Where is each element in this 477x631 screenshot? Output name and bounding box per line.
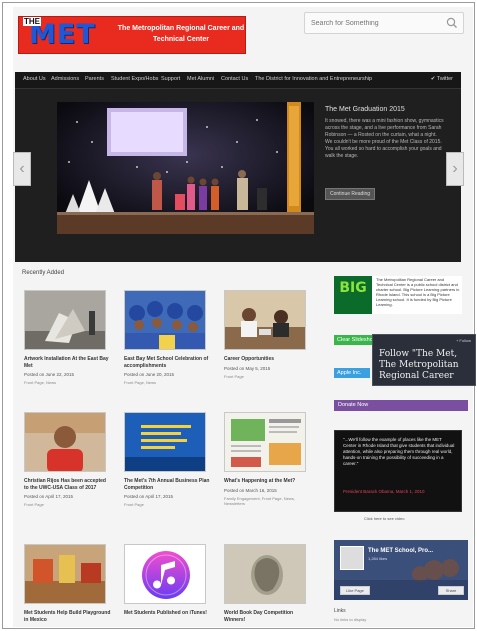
post-date: Posted on March 16, 2015 <box>224 487 277 493</box>
post-tags[interactable]: Front Page, News <box>124 380 212 385</box>
logo-tagline: The Metropolitan Regional Career and Tec… <box>117 25 245 43</box>
search-input[interactable] <box>311 17 431 30</box>
nav-twitter[interactable]: ✔ Twitter <box>431 76 453 82</box>
nav-about-us[interactable]: About Us <box>23 76 46 82</box>
post-card[interactable]: Christian Rijos Has been accepted to the… <box>24 412 112 507</box>
post-thumbnail[interactable] <box>24 290 106 350</box>
post-thumbnail[interactable] <box>124 290 206 350</box>
big-picture-logo: BIG <box>334 276 372 314</box>
donate-now-button[interactable]: Donate Now <box>334 400 468 411</box>
graduation-photo[interactable] <box>57 102 314 234</box>
post-card[interactable]: East Bay Met School Celebration of accom… <box>124 290 212 385</box>
post-tags[interactable]: Family Engagement, Front Page, News, New… <box>224 496 312 506</box>
post-date: Posted on April 17, 2015 <box>124 494 174 499</box>
obama-quote-widget[interactable]: "...We'll follow the example of places l… <box>334 430 462 512</box>
nav-twitter-label: Twitter <box>436 76 453 82</box>
post-thumbnail[interactable] <box>224 290 306 350</box>
student-portrait <box>25 413 105 471</box>
follow-text: Follow "The Met, The Metropolitan Region… <box>379 349 459 381</box>
business-plan-flyer <box>125 413 205 471</box>
facebook-likes-count: 1,284 likes <box>368 556 388 561</box>
recently-added-heading: Recently Added <box>22 270 65 276</box>
slider-prev-button[interactable]: ‹ <box>13 152 31 186</box>
blue-widget-bar[interactable]: Apple Inc. <box>334 368 370 378</box>
nav-support[interactable]: Support <box>161 76 180 82</box>
graduates-photo <box>125 291 205 349</box>
post-card[interactable]: Career Opportunities Posted on May 5, 20… <box>224 290 312 379</box>
post-tags[interactable]: Front Page <box>124 502 212 507</box>
nav-admissions[interactable]: Admissions <box>51 76 79 82</box>
nav-parents[interactable]: Parents <box>85 76 104 82</box>
newsletter-preview <box>225 413 305 471</box>
graduation-scene <box>57 102 314 234</box>
chevron-right-icon: › <box>452 160 458 177</box>
artwork-photo <box>25 291 105 349</box>
slide-body: It snowed, there was a mini fashion show… <box>325 118 444 159</box>
facebook-widget: The MET School, Pro... 1,284 likes Like … <box>334 540 468 600</box>
met-logo[interactable]: MET THE The Metropolitan Regional Career… <box>18 16 246 54</box>
main-feature-panel: About Us Admissions Parents Student Expo… <box>15 72 461 262</box>
post-title[interactable]: The Met's 7th Annual Business Plan Compe… <box>124 478 212 491</box>
nav-contact-us[interactable]: Contact Us <box>221 76 248 82</box>
post-thumbnail[interactable] <box>224 544 306 604</box>
post-card[interactable]: World Book Day Competition Winners! <box>224 544 312 623</box>
post-title[interactable]: Met Students Help Build Playground in Me… <box>24 610 112 623</box>
post-title[interactable]: World Book Day Competition Winners! <box>224 610 312 623</box>
career-photo <box>225 291 305 349</box>
post-title[interactable]: East Bay Met School Celebration of accom… <box>124 356 212 369</box>
post-thumbnail[interactable] <box>24 544 106 604</box>
nav-met-alumni[interactable]: Met Alumni <box>187 76 214 82</box>
nav-student-expo[interactable]: Student Expo/Hobs <box>111 76 158 82</box>
post-date: Posted on May 5, 2015 <box>224 365 271 371</box>
follow-button[interactable]: + Follow <box>456 338 471 343</box>
itunes-icon <box>125 545 205 603</box>
continue-reading-button[interactable]: Continue Reading <box>325 188 375 200</box>
slide-title: The Met Graduation 2015 <box>325 106 405 113</box>
facebook-avatar[interactable] <box>340 546 364 570</box>
post-thumbnail[interactable] <box>124 544 206 604</box>
slider-next-button[interactable]: › <box>446 152 464 186</box>
quote-author: President Barack Obama, March 1, 2010 <box>343 489 425 494</box>
post-card[interactable]: Artwork Installation At the East Bay Met… <box>24 290 112 385</box>
post-card[interactable]: Met Students Help Build Playground in Me… <box>24 544 112 623</box>
big-picture-widget[interactable]: BIG The Metropolitan Regional Career and… <box>334 276 462 314</box>
main-nav: About Us Admissions Parents Student Expo… <box>15 72 461 89</box>
quote-video-link[interactable]: Click here to see video <box>364 516 404 521</box>
links-heading: Links <box>334 608 346 614</box>
post-date: Posted on April 17, 2015 <box>24 494 74 499</box>
post-title[interactable]: Met Students Published on iTunes! <box>124 610 212 617</box>
post-date: Posted on June 20, 2015 <box>124 372 175 377</box>
search-box <box>304 12 464 34</box>
logo-the-text: THE <box>23 17 41 26</box>
post-thumbnail[interactable] <box>224 412 306 472</box>
twitter-icon: ✔ <box>430 76 436 82</box>
post-card[interactable]: The Met's 7th Annual Business Plan Compe… <box>124 412 212 507</box>
post-title[interactable]: What's Happening at the Met? <box>224 478 312 485</box>
quote-text: "...We'll follow the example of places l… <box>343 437 455 466</box>
post-date: Posted on June 22, 2015 <box>24 372 75 377</box>
post-title[interactable]: Artwork Installation At the East Bay Met <box>24 356 112 369</box>
book-day-sketch <box>225 545 305 603</box>
follow-popup[interactable]: + Follow Follow "The Met, The Metropolit… <box>372 334 476 386</box>
nav-district[interactable]: The District for Innovation and Entrepre… <box>255 76 372 82</box>
links-empty-text: No links to display <box>334 617 367 622</box>
chevron-left-icon: ‹ <box>19 160 25 177</box>
post-title[interactable]: Christian Rijos Has been accepted to the… <box>24 478 112 491</box>
post-card[interactable]: Met Students Published on iTunes! <box>124 544 212 617</box>
post-title[interactable]: Career Opportunities <box>224 356 312 363</box>
facebook-share-button[interactable]: Share <box>438 586 464 595</box>
big-picture-text: The Metropolitan Regional Career and Tec… <box>376 277 460 307</box>
search-icon[interactable] <box>445 16 459 30</box>
post-tags[interactable]: Front Page, News <box>24 380 112 385</box>
facebook-page-title[interactable]: The MET School, Pro... <box>368 548 433 554</box>
post-thumbnail[interactable] <box>124 412 206 472</box>
facebook-like-button[interactable]: Like Page <box>340 586 370 595</box>
playground-photo <box>25 545 105 603</box>
post-tags[interactable]: Front Page <box>24 502 112 507</box>
post-tags[interactable]: Front Page <box>224 374 312 379</box>
post-card[interactable]: What's Happening at the Met? Posted on M… <box>224 412 312 506</box>
post-thumbnail[interactable] <box>24 412 106 472</box>
